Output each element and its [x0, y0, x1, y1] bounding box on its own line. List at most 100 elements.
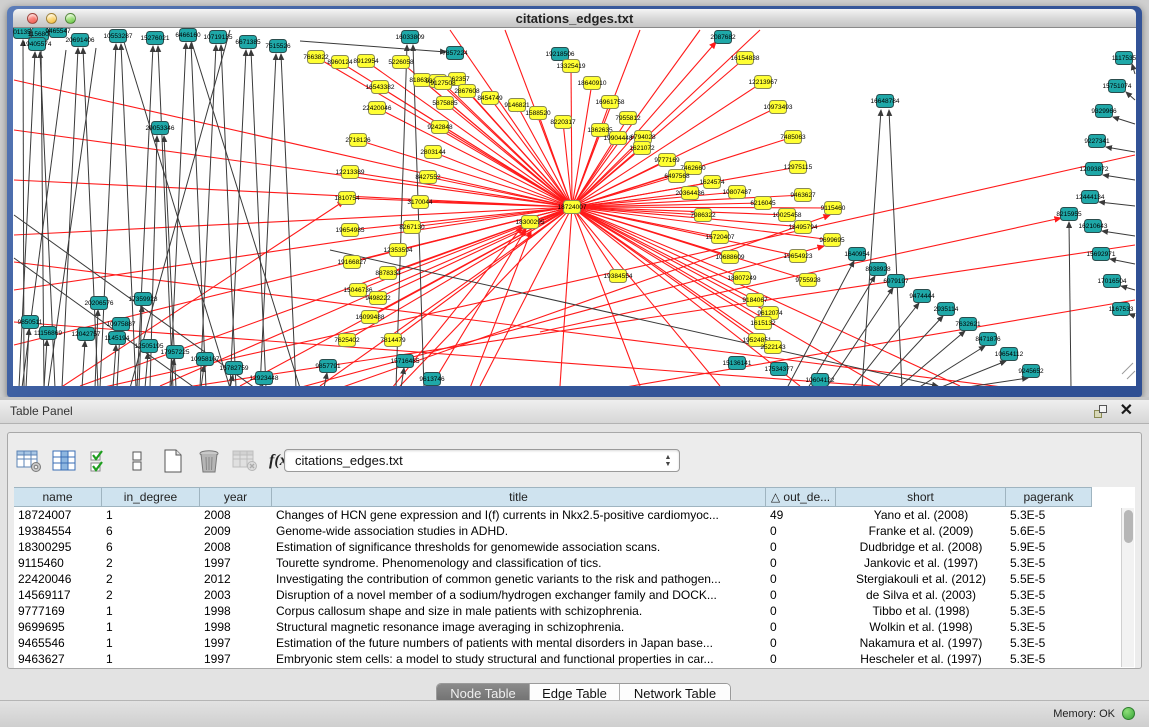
network-node[interactable]: 2867608 [454, 85, 480, 98]
cell-pagerank[interactable]: 5.3E-5 [1006, 619, 1092, 635]
cell-year[interactable]: 2008 [200, 507, 272, 523]
network-node[interactable]: 3170044 [407, 196, 433, 209]
cell-title[interactable]: Estimation of significance thresholds fo… [272, 539, 766, 555]
network-node[interactable]: 20206576 [85, 297, 114, 310]
network-node[interactable]: 16782759 [220, 362, 249, 375]
network-node[interactable]: 9857791 [315, 360, 341, 373]
network-node[interactable]: 20053346 [146, 122, 175, 135]
scrollbar-thumb[interactable] [1124, 510, 1133, 543]
column-header-in_degree[interactable]: in_degree [102, 487, 200, 507]
cell-short[interactable]: Stergiakouli et al. (2012) [836, 571, 1006, 587]
network-node[interactable]: 12213967 [749, 76, 778, 89]
network-graph[interactable]: 2011358115680894655471940557420691406105… [13, 28, 1136, 386]
network-node[interactable]: 13325419 [557, 60, 586, 73]
column-header-out_degree[interactable]: △ out_de... [766, 487, 836, 507]
cell-pagerank[interactable]: 5.3E-5 [1006, 555, 1092, 571]
cell-pagerank[interactable]: 5.5E-5 [1006, 571, 1092, 587]
cell-short[interactable]: Jankovic et al. (1997) [836, 555, 1006, 571]
cell-title[interactable]: Changes of HCN gene expression and I(f) … [272, 507, 766, 523]
cell-out_degree[interactable]: 0 [766, 635, 836, 651]
stacked-rows-icon[interactable] [124, 448, 150, 474]
minimize-window-icon[interactable] [46, 13, 57, 24]
cell-name[interactable]: 9463627 [14, 651, 102, 667]
cell-in_degree[interactable]: 6 [102, 523, 200, 539]
cell-short[interactable]: de Silva et al. (2003) [836, 587, 1006, 603]
network-node[interactable]: 18300295 [516, 216, 545, 229]
table-row[interactable]: 1830029562008Estimation of significance … [14, 539, 1135, 555]
cell-title[interactable]: Embryonic stem cells: a model to study s… [272, 651, 766, 667]
cell-name[interactable]: 9115460 [14, 555, 102, 571]
cell-name[interactable]: 19384554 [14, 523, 102, 539]
network-node[interactable]: 7625402 [334, 334, 360, 347]
network-node[interactable]: 7857224 [442, 47, 468, 60]
network-node[interactable]: 9115460 [821, 202, 846, 215]
network-node[interactable]: 8912954 [353, 55, 379, 68]
network-node[interactable]: 16543382 [366, 81, 395, 94]
cell-in_degree[interactable]: 1 [102, 619, 200, 635]
cell-out_degree[interactable]: 0 [766, 587, 836, 603]
network-node[interactable]: 8215955 [1056, 208, 1082, 221]
cell-year[interactable]: 1997 [200, 651, 272, 667]
cell-in_degree[interactable]: 1 [102, 651, 200, 667]
import-table-icon[interactable] [232, 448, 258, 474]
network-node[interactable]: 10654112 [995, 348, 1024, 361]
network-node[interactable]: 10975887 [107, 318, 136, 331]
dropdown-stepper-icon[interactable]: ▲▼ [662, 452, 674, 470]
select-rows-icon[interactable] [88, 448, 114, 474]
column-header-short[interactable]: short [836, 487, 1006, 507]
cell-title[interactable]: Estimation of the future numbers of pati… [272, 635, 766, 651]
table-row[interactable]: 946362711997Embryonic stem cells: a mode… [14, 651, 1135, 667]
network-node[interactable]: 16210643 [1079, 220, 1108, 233]
memory-status-icon[interactable] [1122, 707, 1135, 720]
network-node[interactable]: 7485063 [780, 131, 806, 144]
cell-in_degree[interactable]: 1 [102, 507, 200, 523]
cell-title[interactable]: Investigating the contribution of common… [272, 571, 766, 587]
cell-name[interactable]: 9777169 [14, 603, 102, 619]
network-node[interactable]: 19384554 [604, 270, 633, 283]
network-node[interactable]: 8220317 [550, 116, 576, 129]
network-node[interactable]: 19654985 [336, 224, 365, 237]
network-node[interactable]: 8938928 [865, 263, 891, 276]
cell-short[interactable]: Nakamura et al. (1997) [836, 635, 1006, 651]
close-window-icon[interactable] [27, 13, 38, 24]
network-node[interactable]: 11156869 [34, 327, 62, 340]
network-node[interactable]: 1624574 [699, 176, 725, 189]
table-row[interactable]: 969969511998Structural magnetic resonanc… [14, 619, 1135, 635]
cell-out_degree[interactable]: 0 [766, 571, 836, 587]
table-row[interactable]: 977716911998Corpus callosum shape and si… [14, 603, 1135, 619]
float-panel-icon[interactable] [1094, 405, 1107, 418]
cell-in_degree[interactable]: 6 [102, 539, 200, 555]
cell-year[interactable]: 1998 [200, 603, 272, 619]
table-row[interactable]: 1938455462009Genome-wide association stu… [14, 523, 1135, 539]
cell-year[interactable]: 1998 [200, 619, 272, 635]
cell-title[interactable]: Tourette syndrome. Phenomenology and cla… [272, 555, 766, 571]
network-node[interactable]: 7515526 [265, 40, 291, 53]
column-header-name[interactable]: name [14, 487, 102, 507]
column-header-pagerank[interactable]: pagerank [1006, 487, 1092, 507]
network-node[interactable]: 10025458 [773, 209, 802, 222]
network-node[interactable]: 7663822 [303, 51, 329, 64]
network-node[interactable]: 12975115 [784, 161, 813, 174]
network-node[interactable]: 22420046 [363, 102, 392, 115]
cell-pagerank[interactable]: 5.3E-5 [1006, 635, 1092, 651]
network-node[interactable]: 7955812 [615, 112, 641, 125]
cell-in_degree[interactable]: 1 [102, 635, 200, 651]
cell-name[interactable]: 9465546 [14, 635, 102, 651]
network-node[interactable]: 6466160 [175, 29, 201, 42]
network-node[interactable]: 8471876 [975, 333, 1001, 346]
network-node[interactable]: 2087682 [710, 31, 736, 44]
cell-out_degree[interactable]: 0 [766, 523, 836, 539]
cell-name[interactable]: 18724007 [14, 507, 102, 523]
network-node[interactable]: 5226058 [388, 56, 414, 69]
network-node[interactable]: 1588520 [525, 107, 551, 120]
cell-short[interactable]: Tibbo et al. (1998) [836, 603, 1006, 619]
cell-pagerank[interactable]: 5.3E-5 [1006, 651, 1092, 667]
network-node[interactable]: 15136141 [723, 357, 752, 370]
network-node[interactable]: 2718126 [345, 134, 371, 147]
cell-pagerank[interactable]: 5.3E-5 [1006, 587, 1092, 603]
network-node[interactable]: 2803144 [420, 146, 446, 159]
network-node[interactable]: 6979197 [883, 275, 909, 288]
cell-title[interactable]: Disruption of a novel member of a sodium… [272, 587, 766, 603]
network-node[interactable]: 16648784 [871, 95, 900, 108]
column-header-year[interactable]: year [200, 487, 272, 507]
